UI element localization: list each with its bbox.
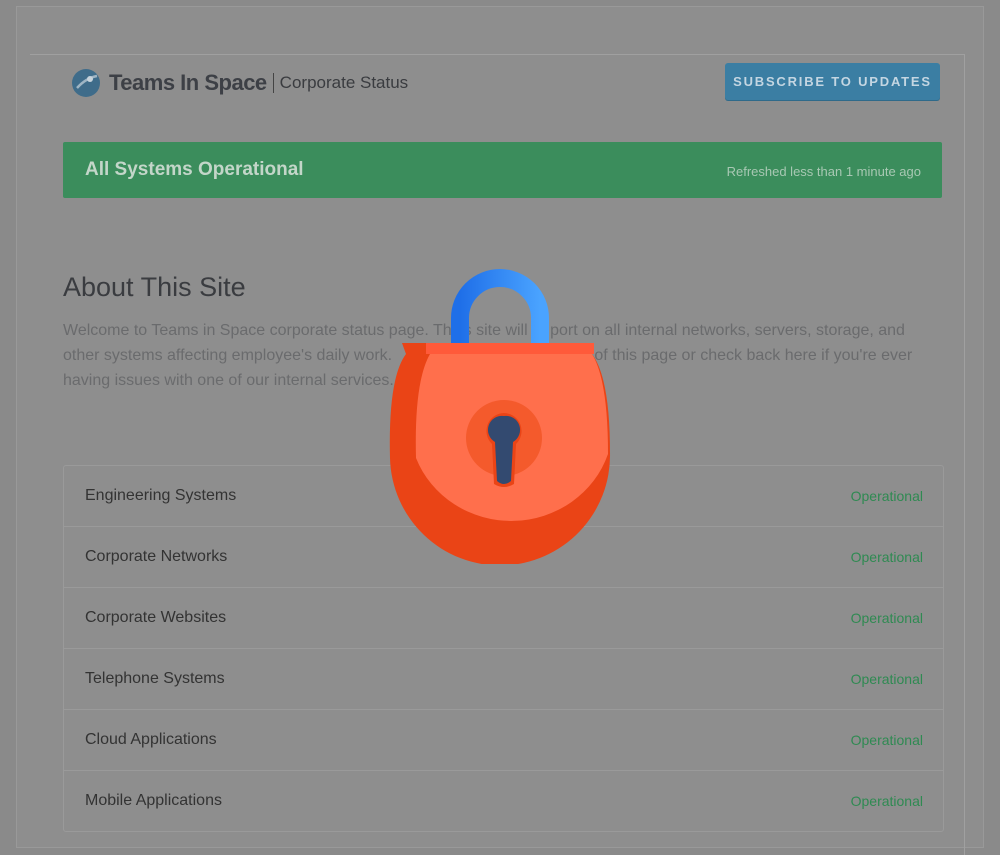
brand-subtitle: Corporate Status [279, 73, 409, 92]
subscribe-button[interactable]: SUBSCRIBE TO UPDATES [725, 63, 940, 100]
about-text-l2a: other systems affecting employee's daily… [63, 347, 393, 364]
page-header: Teams In Space Corporate Status SUBSCRIB… [71, 63, 951, 102]
component-name: Corporate Networks [85, 548, 228, 565]
rocket-planet-icon [72, 69, 100, 97]
component-name: Corporate Websites [85, 609, 227, 626]
about-heading: About This Site [63, 272, 246, 302]
component-name: Engineering Systems [85, 487, 237, 504]
refresh-timestamp: Refreshed less than 1 minute ago [726, 164, 921, 179]
status-banner: All Systems Operational Refreshed less t… [63, 142, 942, 198]
component-status: Operational [850, 671, 923, 687]
component-name: Cloud Applications [85, 731, 217, 748]
brand-name: Teams In Space [109, 70, 267, 95]
banner-title: All Systems Operational [85, 159, 304, 180]
component-name: Telephone Systems [85, 670, 225, 687]
divider [272, 73, 274, 93]
component-row[interactable]: Cloud Applications Operational [64, 710, 943, 771]
logo[interactable]: Teams In Space Corporate Status [71, 68, 408, 98]
padlock-icon [389, 269, 611, 564]
about-text-l2b: op of this page or check back here if yo… [572, 347, 913, 364]
component-status: Operational [850, 488, 923, 504]
component-status: Operational [850, 549, 923, 565]
component-status: Operational [850, 732, 923, 748]
component-row[interactable]: Corporate Websites Operational [64, 588, 943, 649]
component-name: Mobile Applications [85, 792, 222, 809]
component-row[interactable]: Telephone Systems Operational [64, 649, 943, 710]
about-text-l3a: having issues with one of our internal s… [63, 372, 394, 389]
component-status: Operational [850, 610, 923, 626]
component-status: Operational [850, 793, 923, 809]
component-row[interactable]: Mobile Applications Operational [64, 771, 943, 831]
